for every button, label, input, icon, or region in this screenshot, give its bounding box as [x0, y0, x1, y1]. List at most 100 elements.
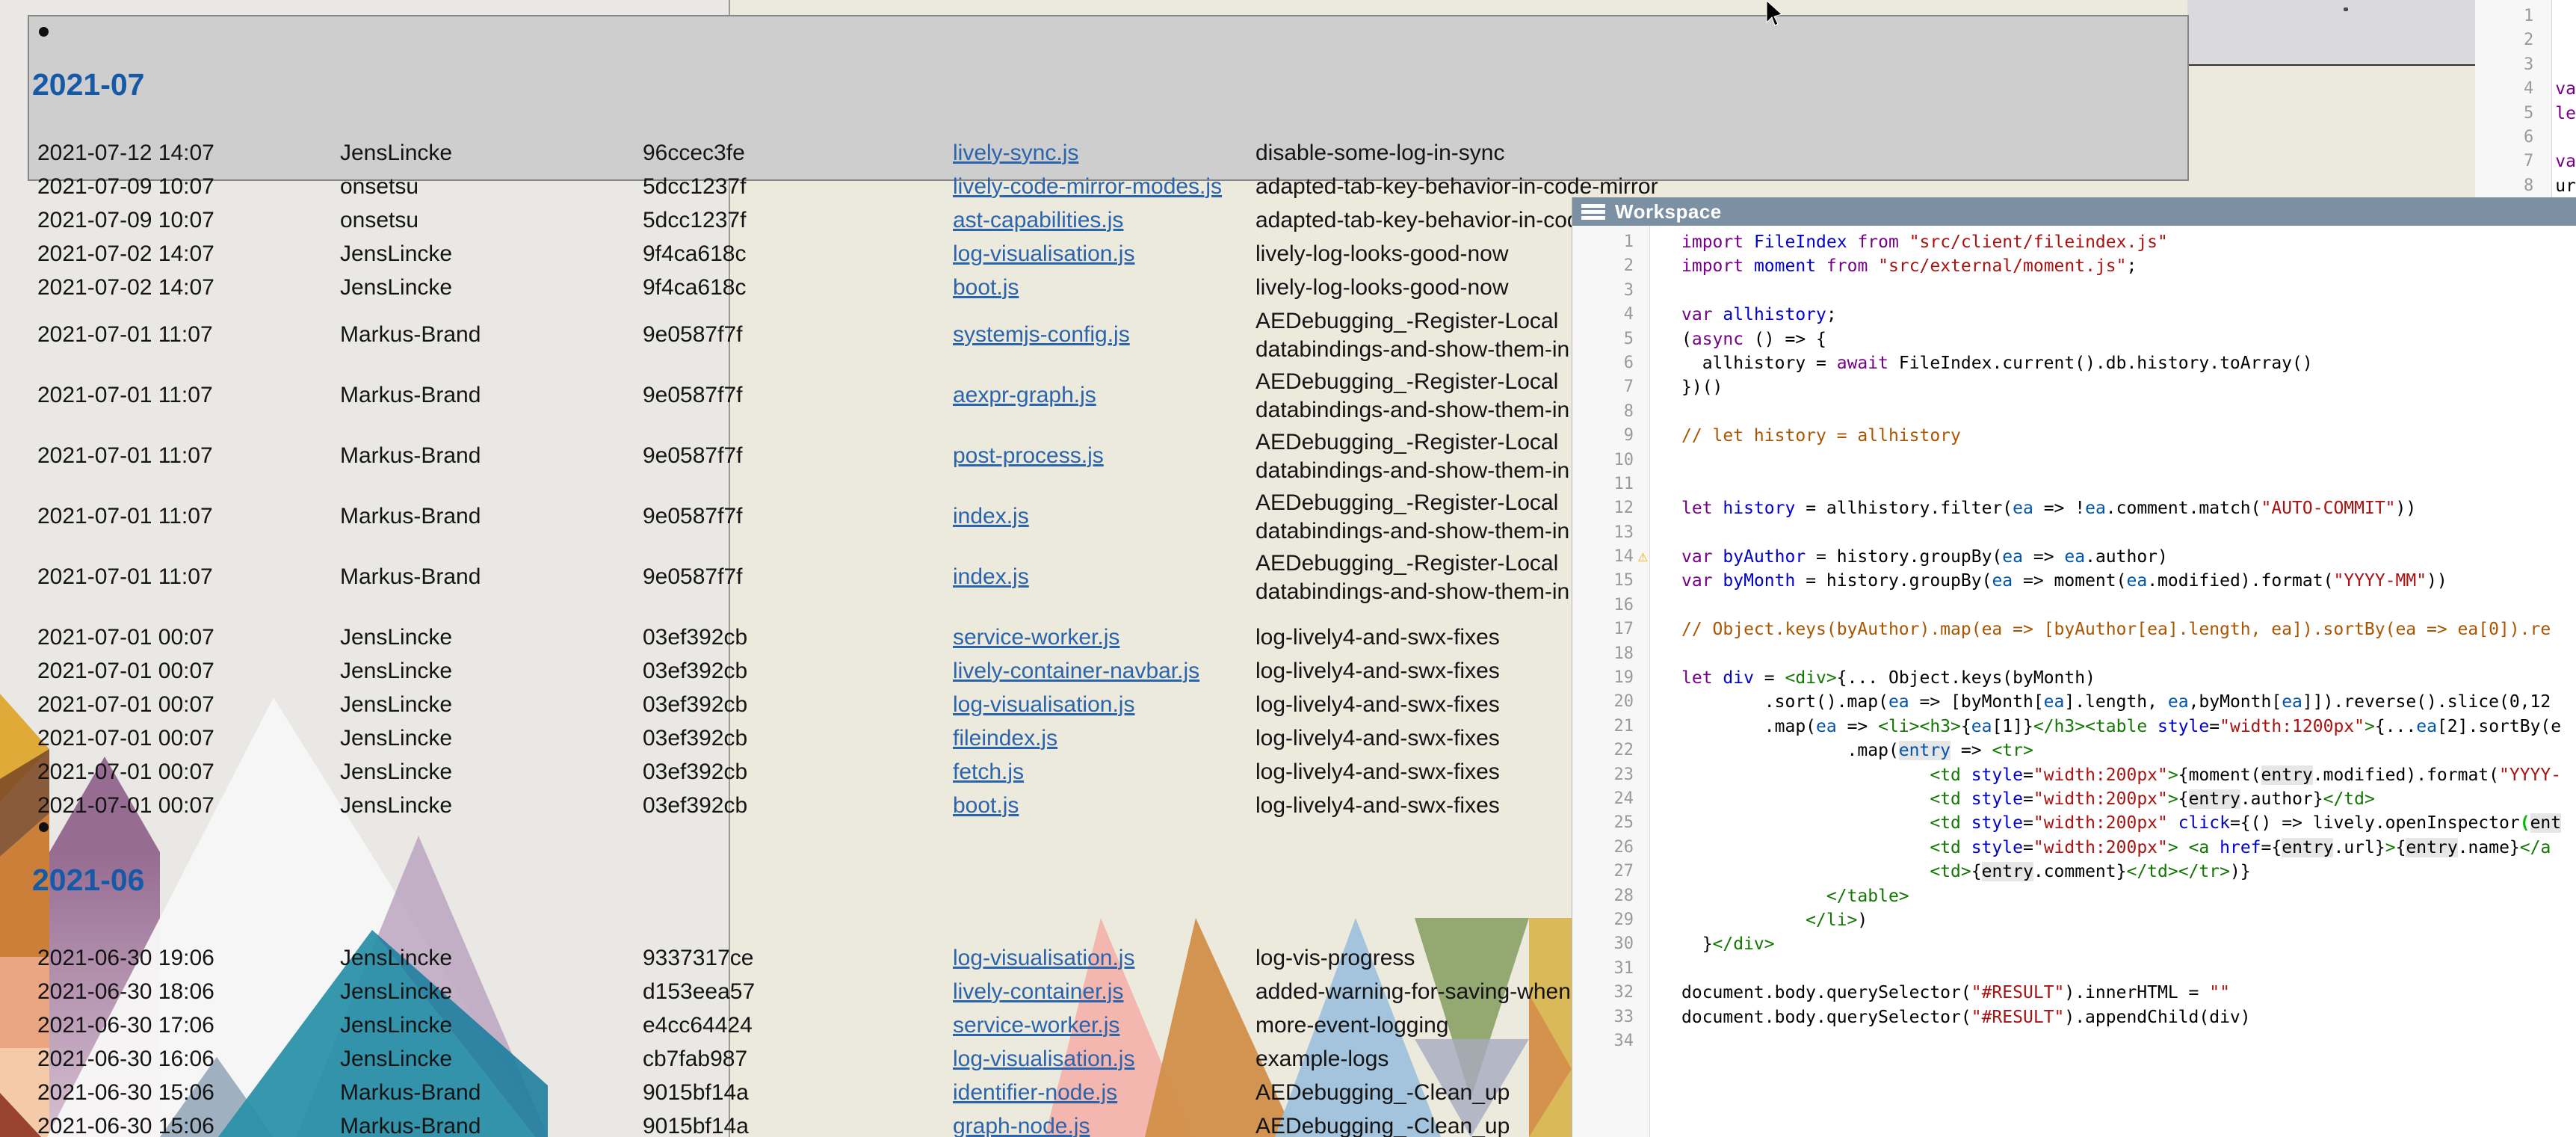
commit-row: 2021-07-01 11:07Markus-Brand9e0587f7find…	[0, 546, 1764, 607]
commit-comment: AEDebugging_-Register-Localdatabindings-…	[1255, 425, 1569, 486]
file-link[interactable]: aexpr-graph.js	[953, 383, 1096, 408]
commit-comment: disable-some-log-in-sync	[1255, 136, 1504, 170]
month-header: 2021-07	[32, 67, 144, 102]
file-link[interactable]: lively-sync.js	[953, 141, 1078, 166]
commit-row: 2021-07-02 14:07JensLincke9f4ca618cboot.…	[0, 271, 1764, 304]
background-strip-top-right	[2187, 0, 2475, 66]
commit-hash: d153eea57	[643, 975, 755, 1008]
line-number: 27	[1572, 860, 1649, 884]
line-number: 8	[2475, 174, 2551, 198]
commit-author: JensLincke	[340, 620, 452, 654]
file-link[interactable]: lively-container-navbar.js	[953, 659, 1199, 684]
code-line: let div = <div>{... Object.keys(byMonth)	[1681, 666, 2576, 690]
code-line: .map(entry => <tr>	[1681, 739, 2576, 762]
workspace-titlebar[interactable]: Workspace	[1572, 197, 2576, 226]
commit-comment: added-warning-for-saving-when	[1255, 975, 1571, 1008]
code-line	[1681, 472, 2576, 496]
code-line	[1681, 1029, 2576, 1053]
file-link[interactable]: identifier-node.js	[953, 1080, 1117, 1106]
mouse-cursor	[1766, 1, 1785, 28]
commit-file-cell: service-worker.js	[953, 1008, 1119, 1042]
commit-hash: 9f4ca618c	[643, 237, 746, 271]
code-line: var byAuthor = history.groupBy(ea => ea.…	[1681, 545, 2576, 569]
code-line: </table>	[1681, 884, 2576, 908]
commit-author: JensLincke	[340, 136, 452, 170]
commit-row: 2021-07-01 00:07JensLincke03ef392cblivel…	[0, 654, 1764, 688]
commit-author: onsetsu	[340, 170, 418, 203]
commit-file-cell: lively-code-mirror-modes.js	[953, 170, 1222, 203]
file-link[interactable]: log-visualisation.js	[953, 241, 1134, 267]
file-link[interactable]: index.js	[953, 564, 1029, 590]
code-line: var byMonth = history.groupBy(ea => mome…	[1681, 569, 2576, 593]
commit-author: JensLincke	[340, 975, 452, 1008]
line-number: 20	[1572, 690, 1649, 714]
line-number: 15	[1572, 569, 1649, 593]
commit-hash: e4cc64424	[643, 1008, 753, 1042]
commit-file-cell: lively-sync.js	[953, 136, 1078, 170]
file-link[interactable]: log-visualisation.js	[953, 692, 1134, 718]
commit-file-cell: boot.js	[953, 271, 1019, 304]
commit-row: 2021-07-02 14:07JensLincke9f4ca618clog-v…	[0, 237, 1764, 271]
code-line: <td style="width:200px" click={() => liv…	[1681, 811, 2576, 835]
file-link[interactable]: ast-capabilities.js	[953, 208, 1123, 233]
commit-row: 2021-07-01 00:07JensLincke03ef392cbfetch…	[0, 755, 1764, 789]
file-link[interactable]: index.js	[953, 504, 1029, 529]
commit-row: 2021-07-01 00:07JensLincke03ef392cbboot.…	[0, 789, 1764, 822]
file-link[interactable]: fileindex.js	[953, 726, 1057, 751]
file-link[interactable]: systemjs-config.js	[953, 322, 1130, 348]
file-link[interactable]: log-visualisation.js	[953, 946, 1134, 971]
file-link[interactable]: graph-node.js	[953, 1114, 1090, 1137]
commit-file-cell: service-worker.js	[953, 620, 1119, 654]
commit-date: 2021-07-01 11:07	[37, 486, 213, 546]
commit-hash: 03ef392cb	[643, 688, 747, 721]
file-link[interactable]: boot.js	[953, 275, 1019, 301]
code-editor[interactable]: import FileIndex from "src/client/filein…	[1650, 226, 2576, 1137]
line-number: 24	[1572, 787, 1649, 811]
line-number: 3	[2475, 53, 2551, 77]
commit-row: 2021-07-09 10:07onsetsu5dcc1237flively-c…	[0, 170, 1764, 203]
line-number: 18	[1572, 642, 1649, 666]
commit-date: 2021-06-30 15:06	[37, 1109, 214, 1137]
code-line: import FileIndex from "src/client/filein…	[1681, 230, 2576, 254]
commit-file-cell: lively-container-navbar.js	[953, 654, 1199, 688]
commit-date: 2021-07-09 10:07	[37, 170, 214, 203]
commit-date: 2021-07-01 00:07	[37, 755, 214, 789]
commit-comment: log-lively4-and-swx-fixes	[1255, 620, 1500, 654]
code-line	[1681, 642, 2576, 666]
commit-date: 2021-06-30 16:06	[37, 1042, 214, 1076]
warning-icon: ⚠	[1638, 547, 1648, 567]
hamburger-icon[interactable]	[1572, 197, 1607, 226]
file-link[interactable]: boot.js	[953, 793, 1019, 819]
file-link[interactable]: fetch.js	[953, 759, 1024, 785]
file-link[interactable]: service-worker.js	[953, 1013, 1119, 1038]
commit-file-cell: identifier-node.js	[953, 1076, 1117, 1109]
file-link[interactable]: lively-code-mirror-modes.js	[953, 174, 1222, 200]
commit-hash: 03ef392cb	[643, 721, 747, 755]
code-line	[1681, 400, 2576, 424]
file-link[interactable]: post-process.js	[953, 443, 1104, 469]
commit-author: Markus-Brand	[340, 1109, 481, 1137]
commit-author: Markus-Brand	[340, 546, 481, 607]
file-link[interactable]: service-worker.js	[953, 625, 1119, 650]
file-link[interactable]: lively-container.js	[953, 979, 1123, 1005]
code-line: va	[2555, 150, 2576, 173]
code-line: va	[2555, 77, 2576, 101]
commit-date: 2021-06-30 17:06	[37, 1008, 214, 1042]
file-link[interactable]: log-visualisation.js	[953, 1047, 1134, 1072]
commit-file-cell: ast-capabilities.js	[953, 203, 1123, 237]
desktop: 2021-072021-07-12 14:07JensLincke96ccec3…	[0, 0, 2576, 1137]
commit-row: 2021-06-30 15:06Markus-Brand9015bf14agra…	[0, 1109, 1764, 1137]
code-line: document.body.querySelector("#RESULT").i…	[1681, 981, 2576, 1005]
commit-hash: 9337317ce	[643, 941, 753, 975]
commit-file-cell: log-visualisation.js	[953, 237, 1134, 271]
line-number: 13	[1572, 521, 1649, 545]
commit-hash: 96ccec3fe	[643, 136, 745, 170]
commit-hash: 9e0587f7f	[643, 546, 742, 607]
line-number: 12	[1572, 496, 1649, 520]
line-number: 29	[1572, 908, 1649, 932]
commit-hash: 9e0587f7f	[643, 425, 742, 486]
commit-comment: AEDebugging_-Register-Localdatabindings-…	[1255, 546, 1569, 607]
commit-hash: 03ef392cb	[643, 755, 747, 789]
line-number: 1	[2475, 4, 2551, 28]
commit-row: 2021-07-12 14:07JensLincke96ccec3felivel…	[0, 136, 1764, 170]
